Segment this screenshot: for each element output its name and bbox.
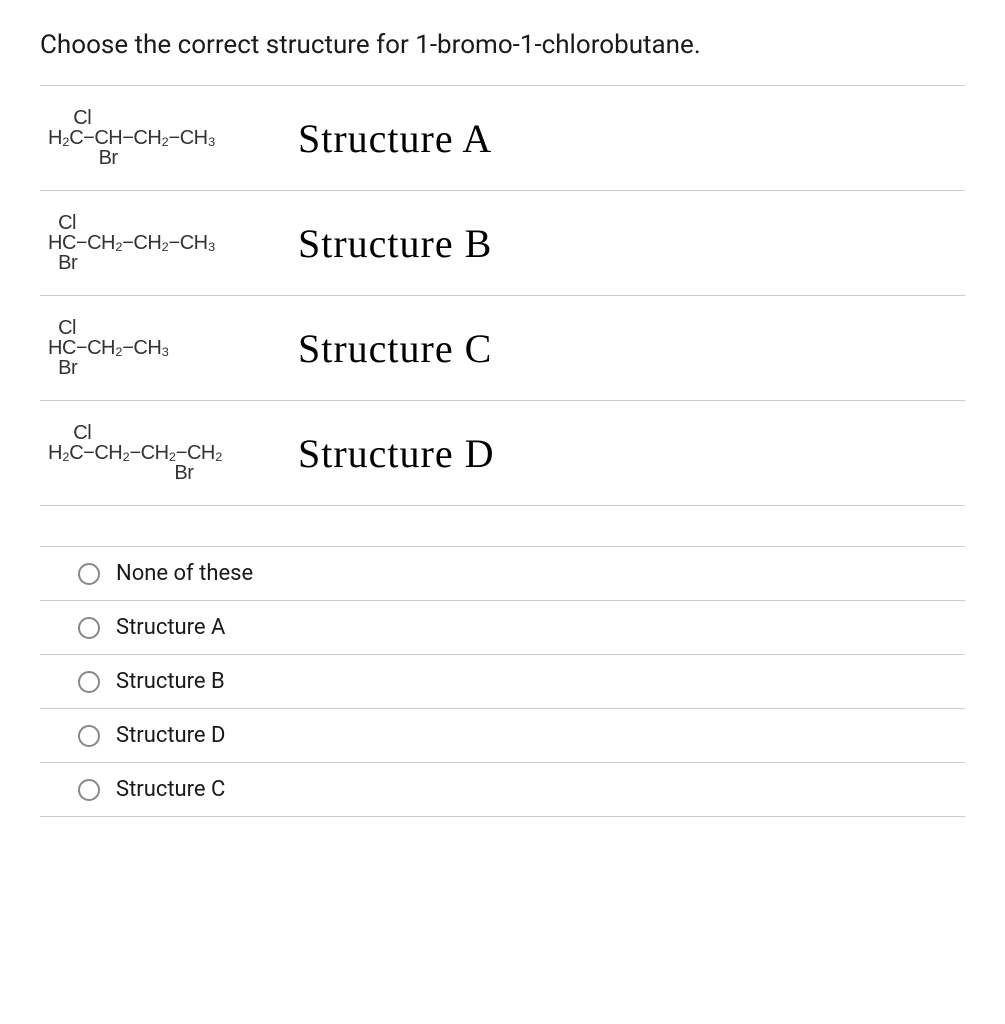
- answers-container: None of these Structure A Structure B St…: [40, 546, 965, 817]
- answer-label: Structure C: [116, 777, 225, 802]
- answer-label: None of these: [116, 561, 253, 586]
- chem-mid: HC−CH₂−CH₂−CH₃: [48, 233, 298, 253]
- chem-bot: Br: [48, 358, 298, 378]
- structure-row-c: Cl HC−CH₂−CH₃ Br Structure C: [40, 296, 965, 401]
- chem-structure-a: Cl H₂C−CH−CH₂−CH₃ Br: [48, 108, 298, 168]
- radio-icon: [78, 725, 100, 747]
- answer-option-c[interactable]: Structure C: [40, 763, 965, 817]
- answer-label: Structure B: [116, 669, 225, 694]
- structure-row-d: Cl H₂C−CH₂−CH₂−CH₂ Br Structure D: [40, 401, 965, 506]
- chem-mid: H₂C−CH−CH₂−CH₃: [48, 128, 298, 148]
- chem-bot: Br: [48, 148, 298, 168]
- answer-label: Structure A: [116, 615, 225, 640]
- chem-bot: Br: [48, 463, 298, 483]
- chem-top: Cl: [48, 213, 298, 233]
- chem-structure-c: Cl HC−CH₂−CH₃ Br: [48, 318, 298, 378]
- chem-mid: H₂C−CH₂−CH₂−CH₂: [48, 443, 298, 463]
- chem-top: Cl: [48, 423, 298, 443]
- answer-option-a[interactable]: Structure A: [40, 601, 965, 655]
- structure-row-b: Cl HC−CH₂−CH₂−CH₃ Br Structure B: [40, 191, 965, 296]
- handwritten-label-c: Structure C: [298, 325, 492, 372]
- handwritten-label-b: Structure B: [298, 220, 492, 267]
- radio-icon: [78, 779, 100, 801]
- chem-top: Cl: [48, 318, 298, 338]
- handwritten-label-a: Structure A: [298, 115, 492, 162]
- chem-mid: HC−CH₂−CH₃: [48, 338, 298, 358]
- answer-option-d[interactable]: Structure D: [40, 709, 965, 763]
- chem-bot: Br: [48, 253, 298, 273]
- radio-icon: [78, 671, 100, 693]
- answer-option-none[interactable]: None of these: [40, 546, 965, 601]
- radio-icon: [78, 617, 100, 639]
- structure-row-a: Cl H₂C−CH−CH₂−CH₃ Br Structure A: [40, 86, 965, 191]
- radio-icon: [78, 563, 100, 585]
- question-text: Choose the correct structure for 1-bromo…: [40, 30, 965, 60]
- answer-option-b[interactable]: Structure B: [40, 655, 965, 709]
- chem-structure-b: Cl HC−CH₂−CH₂−CH₃ Br: [48, 213, 298, 273]
- handwritten-label-d: Structure D: [298, 430, 495, 477]
- answer-label: Structure D: [116, 723, 226, 748]
- structures-container: Cl H₂C−CH−CH₂−CH₃ Br Structure A Cl HC−C…: [40, 85, 965, 506]
- chem-structure-d: Cl H₂C−CH₂−CH₂−CH₂ Br: [48, 423, 298, 483]
- chem-top: Cl: [48, 108, 298, 128]
